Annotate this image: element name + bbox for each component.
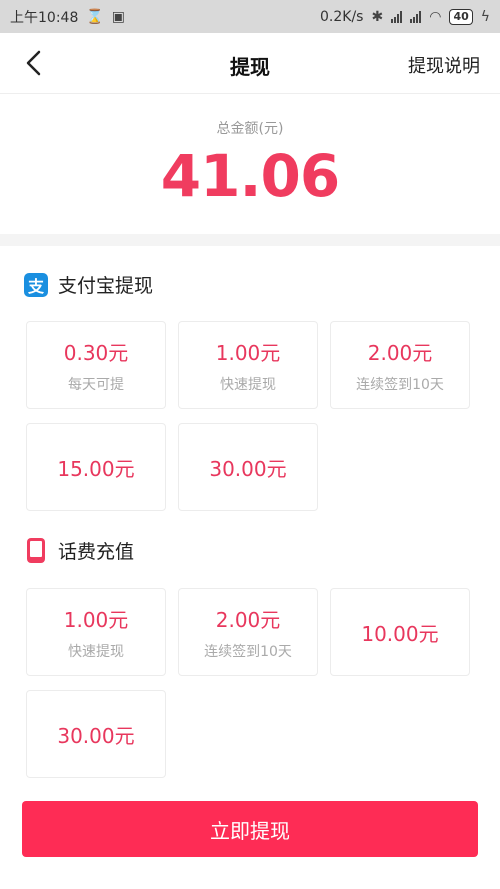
alipay-option-15.00[interactable]: 15.00元 bbox=[26, 423, 166, 511]
status-time: 上午10:48 bbox=[10, 9, 79, 26]
withdraw-help-link[interactable]: 提现说明 bbox=[408, 52, 480, 78]
phone-section-label: 话费充值 bbox=[58, 541, 135, 563]
option-note: 连续签到10天 bbox=[356, 376, 444, 393]
network-speed: 0.2K/s bbox=[320, 8, 364, 25]
alipay-option-2.00[interactable]: 2.00元 连续签到10天 bbox=[330, 321, 470, 409]
option-amount: 1.00元 bbox=[215, 340, 281, 365]
phone-icon bbox=[27, 538, 45, 563]
signal-icon bbox=[391, 10, 403, 23]
balance-amount: 41.06 bbox=[160, 142, 340, 210]
alipay-section-label: 支付宝提现 bbox=[58, 275, 154, 297]
wifi-icon: ◠ bbox=[429, 8, 442, 25]
option-amount: 10.00元 bbox=[361, 621, 439, 646]
alipay-option-1.00[interactable]: 1.00元 快速提现 bbox=[178, 321, 318, 409]
option-amount: 0.30元 bbox=[63, 340, 129, 365]
option-note: 快速提现 bbox=[68, 643, 124, 660]
phone-option-10.00[interactable]: 10.00元 bbox=[330, 588, 470, 676]
option-amount: 2.00元 bbox=[367, 340, 433, 365]
hourglass-icon: ⌛ bbox=[86, 8, 104, 25]
balance-panel: 总金额(元) 41.06 bbox=[0, 94, 500, 234]
withdraw-now-button[interactable]: 立即提现 bbox=[22, 801, 478, 857]
phone-section-title: 话费充值 bbox=[24, 537, 134, 564]
option-note: 每天可提 bbox=[68, 376, 124, 393]
status-bar-left: 上午10:48 ⌛ ▣ bbox=[10, 7, 125, 27]
option-amount: 30.00元 bbox=[57, 723, 135, 748]
status-bar: 上午10:48 ⌛ ▣ 0.2K/s ✱ ◠ 40 ϟ bbox=[0, 0, 500, 33]
section-divider bbox=[0, 234, 500, 246]
app-notification-icon: ▣ bbox=[111, 8, 126, 25]
option-note: 连续签到10天 bbox=[204, 643, 292, 660]
header: 提现 提现说明 bbox=[0, 33, 500, 94]
signal-icon-2 bbox=[410, 10, 422, 23]
phone-option-1.00[interactable]: 1.00元 快速提现 bbox=[26, 588, 166, 676]
bluetooth-icon: ✱ bbox=[371, 8, 384, 25]
alipay-option-30.00[interactable]: 30.00元 bbox=[178, 423, 318, 511]
phone-option-2.00[interactable]: 2.00元 连续签到10天 bbox=[178, 588, 318, 676]
alipay-icon: 支 bbox=[24, 272, 48, 297]
alipay-section-title: 支 支付宝提现 bbox=[24, 271, 153, 298]
status-bar-right: 0.2K/s ✱ ◠ 40 ϟ bbox=[320, 8, 490, 25]
balance-label: 总金额(元) bbox=[216, 121, 284, 137]
option-amount: 30.00元 bbox=[209, 456, 287, 481]
charging-icon: ϟ bbox=[480, 8, 490, 25]
alipay-option-0.30[interactable]: 0.30元 每天可提 bbox=[26, 321, 166, 409]
battery-icon: 40 bbox=[449, 8, 473, 25]
phone-option-30.00[interactable]: 30.00元 bbox=[26, 690, 166, 778]
option-amount: 2.00元 bbox=[215, 607, 281, 632]
option-note: 快速提现 bbox=[220, 376, 276, 393]
option-amount: 1.00元 bbox=[63, 607, 129, 632]
option-amount: 15.00元 bbox=[57, 456, 135, 481]
